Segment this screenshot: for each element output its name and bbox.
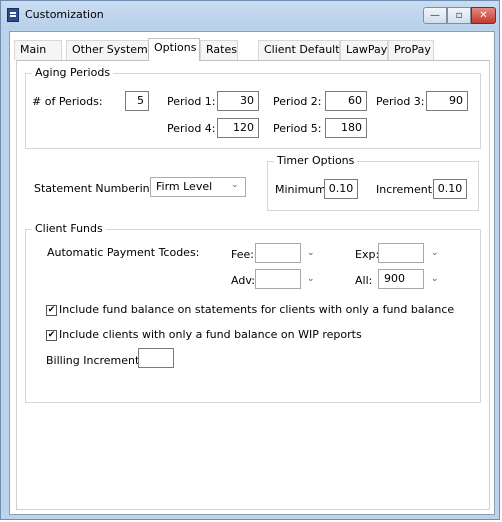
tab-other-systems[interactable]: Other Systems: [66, 40, 153, 60]
options-page: Aging Periods # of Periods: 5 Period 1: …: [16, 60, 490, 510]
auto-payment-tcodes-label: Automatic Payment Tcodes:: [47, 246, 200, 259]
all-select[interactable]: 900: [378, 269, 424, 289]
tab-lawpay[interactable]: LawPay: [340, 40, 388, 60]
fee-select[interactable]: [255, 243, 301, 263]
exp-select[interactable]: [378, 243, 424, 263]
exp-label: Exp:: [355, 248, 380, 261]
all-label: All:: [355, 274, 373, 287]
billing-increment-input[interactable]: [138, 348, 174, 368]
customization-window: Customization — ▫ ✕ Main Other Systems O…: [0, 0, 500, 520]
app-icon: [7, 8, 19, 22]
fee-label: Fee:: [231, 248, 254, 261]
tab-client-defaults[interactable]: Client Defaults: [258, 40, 345, 60]
client-funds-legend: Client Funds: [35, 222, 103, 235]
timer-minimum-input[interactable]: 0.10: [324, 179, 358, 199]
close-button[interactable]: ✕: [471, 7, 496, 24]
tab-main[interactable]: Main: [14, 40, 62, 60]
aging-periods-legend: Aging Periods: [35, 66, 111, 79]
fund-balance-wip-checkbox[interactable]: ✔: [46, 330, 57, 341]
fund-balance-statements-checkbox[interactable]: ✔: [46, 305, 57, 316]
chevron-down-icon: ⌄: [231, 180, 239, 190]
billing-increment-label: Billing Increment:: [46, 354, 144, 367]
period4-label: Period 4:: [167, 122, 216, 135]
fee-chevron-down-icon[interactable]: ⌄: [307, 249, 316, 258]
num-periods-input[interactable]: 5: [125, 91, 149, 111]
period5-label: Period 5:: [273, 122, 322, 135]
all-chevron-down-icon[interactable]: ⌄: [431, 275, 440, 284]
period1-input[interactable]: 30: [217, 91, 259, 111]
maximize-button[interactable]: ▫: [447, 7, 471, 24]
title-bar[interactable]: Customization — ▫ ✕: [1, 1, 499, 29]
period5-input[interactable]: 180: [325, 118, 367, 138]
minimize-button[interactable]: —: [423, 7, 447, 24]
period4-input[interactable]: 120: [217, 118, 259, 138]
tab-propay[interactable]: ProPay: [388, 40, 434, 60]
fund-balance-statements-label: Include fund balance on statements for c…: [59, 303, 455, 316]
window-title: Customization: [25, 8, 104, 21]
fund-balance-wip-label: Include clients with only a fund balance…: [59, 328, 362, 341]
period2-input[interactable]: 60: [325, 91, 367, 111]
tab-options[interactable]: Options: [148, 38, 200, 61]
timer-increment-label: Increment:: [376, 183, 436, 196]
timer-minimum-label: Minimum:: [275, 183, 330, 196]
tab-rates[interactable]: Rates: [200, 40, 238, 60]
statement-numbering-value: Firm Level: [156, 180, 213, 193]
period1-label: Period 1:: [167, 95, 216, 108]
statement-numbering-select[interactable]: Firm Level ⌄: [150, 177, 246, 197]
adv-select[interactable]: [255, 269, 301, 289]
tab-strip: Main Other Systems Options Rates Client …: [10, 38, 494, 61]
adv-chevron-down-icon[interactable]: ⌄: [307, 275, 316, 284]
exp-chevron-down-icon[interactable]: ⌄: [431, 249, 440, 258]
timer-options-legend: Timer Options: [277, 154, 355, 167]
period2-label: Period 2:: [273, 95, 322, 108]
adv-label: Adv:: [231, 274, 255, 287]
period3-input[interactable]: 90: [426, 91, 468, 111]
dialog-body: Main Other Systems Options Rates Client …: [9, 31, 495, 515]
timer-increment-input[interactable]: 0.10: [433, 179, 467, 199]
statement-numbering-label: Statement Numbering:: [34, 182, 161, 195]
num-periods-label: # of Periods:: [32, 95, 103, 108]
period3-label: Period 3:: [376, 95, 425, 108]
